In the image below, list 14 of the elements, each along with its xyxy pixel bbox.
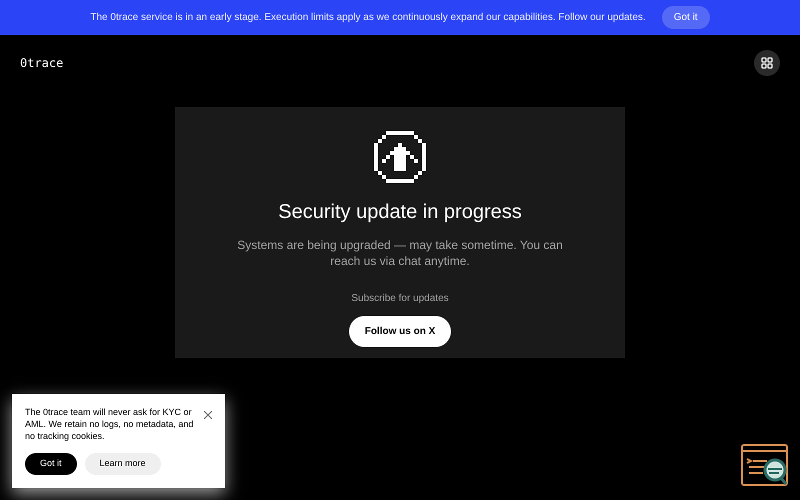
got-it-button[interactable]: Got it [662,6,710,29]
logo[interactable]: 0trace [20,54,64,72]
learn-more-button[interactable]: Learn more [84,453,161,475]
grid-menu-button[interactable] [754,50,780,76]
card-description: Systems are being upgraded — may take sometime. You can reach us via chat anytime. [236,237,564,269]
subscribe-label: Subscribe for updates [351,292,449,306]
follow-button[interactable]: Follow us on X [348,316,452,347]
close-icon[interactable] [204,411,212,419]
grid-icon [761,56,773,68]
notice-text: The 0trace team will never ask for KYC or AML. We retain no logs, no metadata, and no tracking cookies. [25,406,194,442]
card-title: Security update in progress [278,200,522,225]
got-it-button[interactable]: Got it [25,453,77,475]
banner-text: The 0trace service is in an early stage. Execution limits apply as we continuously expand our capabilities. Follow our updates. [90,11,646,25]
upload-arrow-icon [374,131,426,183]
